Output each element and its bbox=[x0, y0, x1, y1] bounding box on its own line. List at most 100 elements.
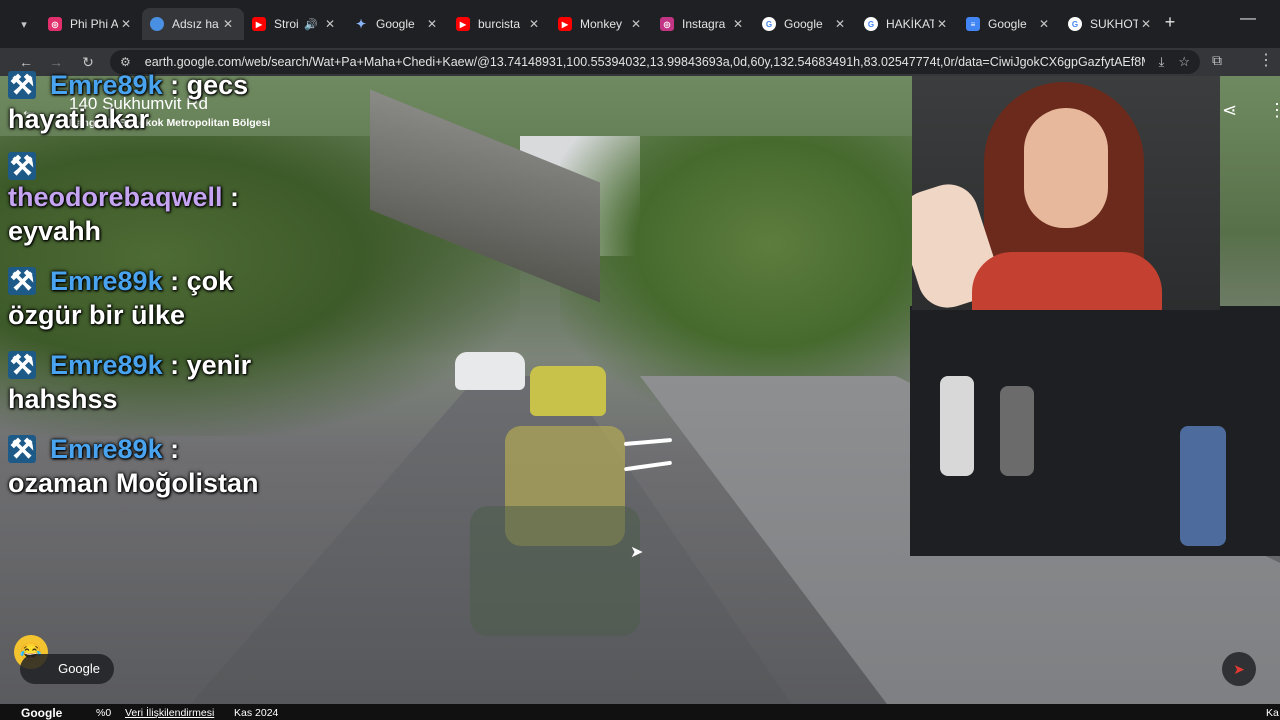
chat-username: Emre89k bbox=[50, 266, 163, 296]
chat-message: ⚒ Emre89k : yenir hahshss bbox=[8, 348, 428, 416]
browser-tab[interactable]: ≡ Google ✕ bbox=[958, 8, 1060, 40]
pedestrian bbox=[940, 376, 974, 476]
tab-title: HAKİKAT bbox=[886, 17, 934, 31]
white-car bbox=[455, 352, 525, 390]
browser-menu-icon[interactable]: ⋮ bbox=[1258, 50, 1274, 70]
browser-tab-active[interactable]: Adsız ha ✕ bbox=[142, 8, 244, 40]
browser-tab[interactable]: ◎ Instagra ✕ bbox=[652, 8, 754, 40]
chat-separator: : bbox=[170, 70, 180, 100]
chat-username: theodorebaqwell bbox=[8, 182, 223, 212]
tab-close-icon[interactable]: ✕ bbox=[220, 17, 236, 31]
audio-playing-icon[interactable]: 🔊 bbox=[304, 18, 318, 31]
chat-message: ⚒ Emre89k : çok özgür bir ülke bbox=[8, 264, 428, 332]
window-minimize-icon[interactable]: — bbox=[1240, 10, 1256, 28]
bookmark-star-icon[interactable]: ☆ bbox=[1178, 54, 1190, 70]
pedestrian bbox=[1000, 386, 1034, 476]
browser-tab[interactable]: ✦ Google ✕ bbox=[346, 8, 448, 40]
chat-username: Emre89k bbox=[50, 434, 163, 464]
youtube-icon: ▶ bbox=[456, 17, 470, 31]
blurred-car bbox=[470, 506, 640, 636]
tab-title: burcista bbox=[478, 17, 521, 31]
chat-text: gecs bbox=[186, 70, 249, 100]
webcam-overlay bbox=[912, 76, 1220, 310]
tab-close-icon[interactable]: ✕ bbox=[118, 17, 134, 31]
tab-title: Google bbox=[988, 17, 1027, 31]
extensions-puzzle-icon[interactable]: ⧉ bbox=[1212, 52, 1222, 69]
tab-title: Phi Phi A bbox=[70, 17, 118, 31]
tab-title: Monkey bbox=[580, 17, 623, 31]
tab-title: Stroi bbox=[274, 17, 299, 31]
mouse-cursor-icon: ➤ bbox=[630, 544, 644, 561]
browser-tab[interactable]: G HAKİKAT ✕ bbox=[856, 8, 958, 40]
tab-close-icon[interactable]: ✕ bbox=[1138, 17, 1154, 31]
chat-text: özgür bir ülke bbox=[8, 300, 186, 330]
streamer-shirt bbox=[972, 252, 1162, 310]
browser-tab[interactable]: G SUKHOT ✕ bbox=[1060, 8, 1162, 40]
youtube-icon: ▶ bbox=[558, 17, 572, 31]
browser-tab[interactable]: ▶ Monkey ✕ bbox=[550, 8, 652, 40]
chat-separator: : bbox=[170, 266, 180, 296]
google-icon: G bbox=[762, 17, 776, 31]
browser-tab[interactable]: ▶ burcista ✕ bbox=[448, 8, 550, 40]
browser-tab[interactable]: ▶ Stroi 🔊 ✕ bbox=[244, 8, 346, 40]
chat-message: ⚒ Emre89k : ozaman Moğolistan bbox=[8, 432, 428, 500]
statusbar-right-text: Ka bbox=[1266, 707, 1279, 719]
instagram-icon: ◎ bbox=[48, 17, 62, 31]
compass-icon[interactable]: ➤ bbox=[1222, 652, 1256, 686]
site-settings-icon[interactable]: ⚙ bbox=[120, 55, 131, 69]
tab-close-icon[interactable]: ✕ bbox=[934, 17, 950, 31]
chat-message: ⚒ Emre89k : gecs hayati akar bbox=[8, 68, 428, 136]
chat-username: Emre89k bbox=[50, 350, 163, 380]
hammer-badge-icon: ⚒ bbox=[8, 266, 36, 296]
tab-title: Google bbox=[784, 17, 823, 31]
tab-list: ◎ Phi Phi A ✕ Adsız ha ✕ ▶ Stroi 🔊 ✕ ✦ G… bbox=[40, 8, 1162, 40]
navigation-arrow-icon[interactable] bbox=[623, 437, 673, 447]
browser-tab[interactable]: G Google ✕ bbox=[754, 8, 856, 40]
chat-text: ozaman Moğolistan bbox=[8, 468, 259, 498]
share-icon[interactable]: ⋖ bbox=[1222, 100, 1237, 121]
tab-search-chevron-icon[interactable]: ▾ bbox=[10, 12, 38, 36]
zoom-level: %0 bbox=[96, 707, 112, 719]
google-icon: G bbox=[864, 17, 878, 31]
youtube-icon: ▶ bbox=[252, 17, 266, 31]
taxi bbox=[530, 366, 606, 416]
new-tab-plus-icon[interactable]: + bbox=[1160, 12, 1180, 33]
chat-text: çok bbox=[186, 266, 234, 296]
chat-message: ⚒ theodorebaqwell : eyvahh bbox=[8, 151, 428, 248]
hammer-badge-icon: ⚒ bbox=[8, 70, 36, 100]
chat-separator: : bbox=[170, 350, 180, 380]
chat-text: hayati akar bbox=[8, 104, 150, 134]
browser-tab-strip: ▾ ◎ Phi Phi A ✕ Adsız ha ✕ ▶ Stroi 🔊 ✕ ✦… bbox=[0, 0, 1280, 48]
pedestrian bbox=[1180, 426, 1226, 546]
tab-title: Instagra bbox=[682, 17, 726, 31]
url-text[interactable]: earth.google.com/web/search/Wat+Pa+Maha+… bbox=[145, 55, 1145, 69]
google-attribution-button[interactable]: Google bbox=[20, 654, 114, 684]
hammer-badge-icon: ⚒ bbox=[8, 151, 36, 181]
tab-close-icon[interactable]: ✕ bbox=[322, 17, 338, 31]
tab-close-icon[interactable]: ✕ bbox=[730, 17, 746, 31]
chat-username: Emre89k bbox=[50, 70, 163, 100]
globe-icon bbox=[150, 17, 164, 31]
tab-close-icon[interactable]: ✕ bbox=[832, 17, 848, 31]
tab-close-icon[interactable]: ✕ bbox=[424, 17, 440, 31]
tab-close-icon[interactable]: ✕ bbox=[1036, 17, 1052, 31]
tab-title: Adsız ha bbox=[172, 17, 219, 31]
chat-text: yenir bbox=[186, 350, 252, 380]
chat-text: hahshss bbox=[8, 384, 118, 414]
streamer-face bbox=[1024, 108, 1108, 228]
imagery-date: Kas 2024 bbox=[234, 707, 279, 719]
hammer-badge-icon: ⚒ bbox=[8, 350, 36, 380]
more-options-icon[interactable]: ⋮ bbox=[1268, 100, 1280, 121]
google-logo: Google bbox=[21, 706, 63, 720]
hammer-badge-icon: ⚒ bbox=[8, 434, 36, 464]
data-attribution-link[interactable]: Veri İlişkilendirmesi bbox=[125, 707, 214, 719]
tab-close-icon[interactable]: ✕ bbox=[526, 17, 542, 31]
navigation-arrow-icon[interactable] bbox=[623, 460, 673, 472]
chat-separator: : bbox=[230, 182, 240, 212]
tab-close-icon[interactable]: ✕ bbox=[628, 17, 644, 31]
google-docs-icon: ≡ bbox=[966, 17, 980, 31]
gemini-icon: ✦ bbox=[355, 17, 367, 31]
stream-chat: ⚒ Emre89k : gecs hayati akar ⚒ theodoreb… bbox=[8, 68, 428, 516]
browser-tab[interactable]: ◎ Phi Phi A ✕ bbox=[40, 8, 142, 40]
install-app-icon[interactable]: ⤓ bbox=[1159, 54, 1165, 70]
